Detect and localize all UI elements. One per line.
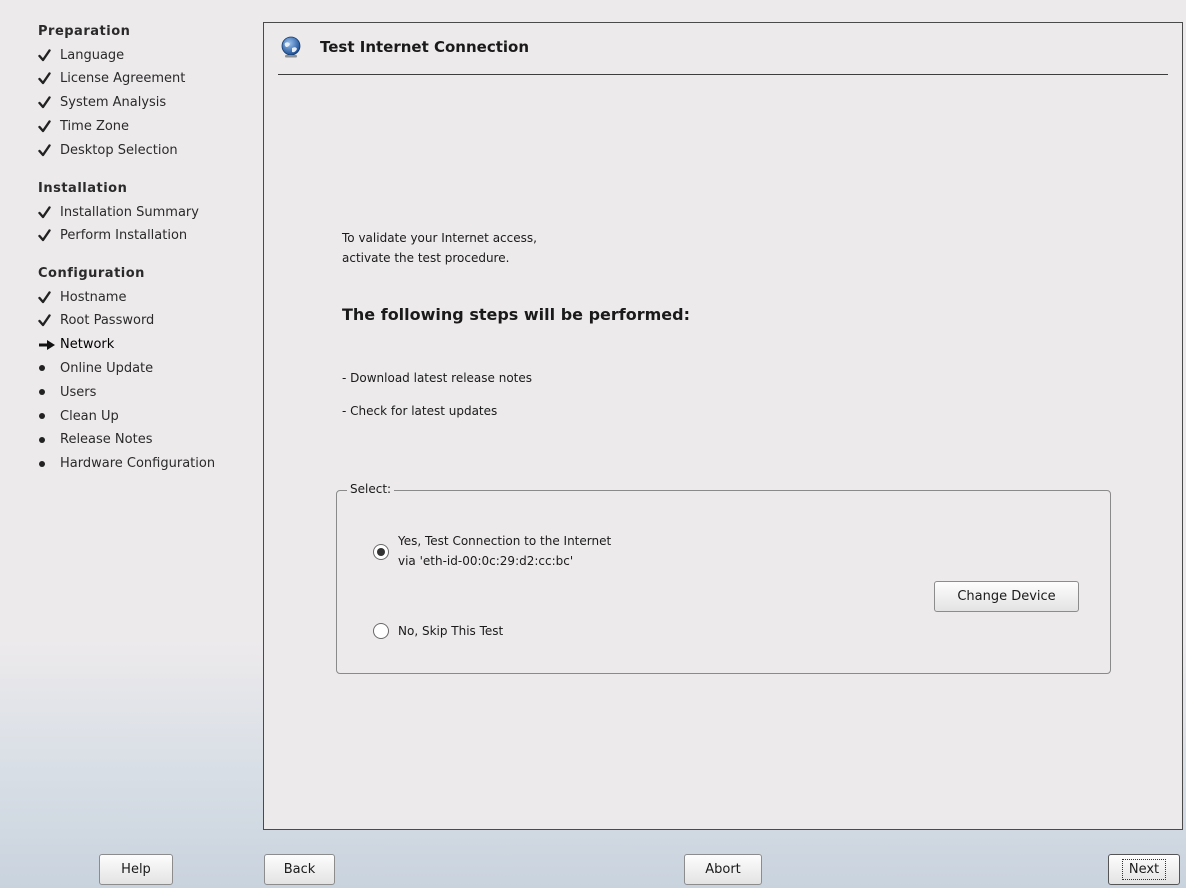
radio-yes-label-line-2[interactable]: via 'eth-id-00:0c:29:d2:cc:bc' (398, 551, 611, 571)
main-panel: Test Internet Connection To validate you… (263, 22, 1183, 830)
checkmark-icon (38, 143, 60, 157)
sidebar-step-hostname: Hostname (38, 286, 126, 308)
sidebar-section-title: Configuration (38, 266, 145, 281)
sidebar-step-language: Language (38, 44, 124, 66)
step-item: - Download latest release notes (342, 371, 533, 385)
globe-icon (281, 36, 301, 58)
change-device-button[interactable]: Change Device (934, 581, 1079, 612)
radio-no-skip-test[interactable] (373, 623, 389, 639)
sidebar-step-label: Desktop Selection (60, 142, 178, 158)
next-button[interactable]: Next (1108, 854, 1180, 885)
sidebar-step-root-password: Root Password (38, 310, 154, 332)
sidebar-step-time-zone: Time Zone (38, 115, 129, 137)
sidebar-step-network: Network (38, 334, 114, 356)
sidebar-step-label: Network (60, 337, 115, 353)
intro-text-line-1: To validate your Internet access, (342, 231, 537, 245)
select-group: Select: Yes, Test Connection to the Inte… (336, 482, 1111, 674)
sidebar-step-clean-up: Clean Up (38, 405, 119, 427)
select-group-legend: Select: (347, 482, 395, 496)
bullet-icon (38, 362, 60, 374)
sidebar-section-title: Installation (38, 181, 128, 196)
title-divider (278, 74, 1168, 75)
radio-selected-dot (377, 548, 385, 556)
step-item: - Check for latest updates (342, 404, 498, 418)
back-button[interactable]: Back (264, 854, 335, 885)
sidebar-step-label: Release Notes (60, 432, 153, 448)
steps-heading: The following steps will be performed: (342, 305, 690, 324)
radio-yes-label-line-1[interactable]: Yes, Test Connection to the Internet (398, 531, 611, 551)
checkmark-icon (38, 229, 60, 242)
sidebar-step-label: Hardware Configuration (60, 456, 216, 472)
sidebar-step-hardware-configuration: Hardware Configuration (38, 453, 215, 475)
sidebar-step-perform-installation: Perform Installation (38, 225, 187, 247)
radio-no-label[interactable]: No, Skip This Test (398, 621, 503, 641)
sidebar-step-label: Hostname (60, 289, 127, 305)
sidebar-step-label: Time Zone (60, 118, 130, 134)
sidebar-step-installation-summary: Installation Summary (38, 201, 199, 223)
page-title: Test Internet Connection (320, 38, 530, 56)
bullet-icon (38, 386, 60, 398)
sidebar-step-label: Users (60, 384, 97, 400)
sidebar-step-label: System Analysis (60, 95, 167, 111)
checkmark-icon (38, 96, 60, 109)
sidebar-step-desktop-selection: Desktop Selection (38, 139, 178, 161)
abort-button[interactable]: Abort (684, 854, 762, 885)
sidebar-section-title: Preparation (38, 24, 131, 39)
radio-yes-test-connection[interactable] (373, 544, 389, 560)
checkmark-icon (38, 72, 60, 85)
sidebar: Preparation Language License Agreement Syst… (0, 0, 258, 840)
checkmark-icon (38, 314, 60, 327)
checkmark-icon (38, 120, 60, 133)
checkmark-icon (38, 205, 60, 219)
help-button[interactable]: Help (99, 854, 173, 885)
sidebar-step-online-update: Online Update (38, 357, 153, 379)
sidebar-step-label: License Agreement (60, 71, 186, 87)
title-row: Test Internet Connection (280, 31, 529, 63)
sidebar-step-label: Language (60, 47, 125, 63)
next-button-label[interactable]: Next (1121, 859, 1167, 880)
sidebar-step-label: Clean Up (60, 408, 119, 424)
sidebar-step-users: Users (38, 381, 96, 403)
checkmark-icon (38, 290, 60, 304)
intro-text-line-2: activate the test procedure. (342, 251, 510, 265)
bullet-icon (38, 410, 60, 422)
sidebar-step-label: Root Password (60, 313, 155, 329)
sidebar-step-label: Perform Installation (60, 228, 188, 244)
sidebar-step-license-agreement: License Agreement (38, 68, 185, 90)
radio-yes-label[interactable]: Yes, Test Connection to the Internet via… (398, 531, 611, 571)
sidebar-step-release-notes: Release Notes (38, 429, 152, 451)
checkmark-icon (38, 48, 60, 62)
bullet-icon (38, 434, 60, 446)
sidebar-step-label: Installation Summary (60, 204, 199, 220)
sidebar-step-system-analysis: System Analysis (38, 92, 166, 114)
arrow-right-icon (38, 339, 60, 351)
bullet-icon (38, 458, 60, 470)
sidebar-step-label: Online Update (60, 360, 154, 376)
